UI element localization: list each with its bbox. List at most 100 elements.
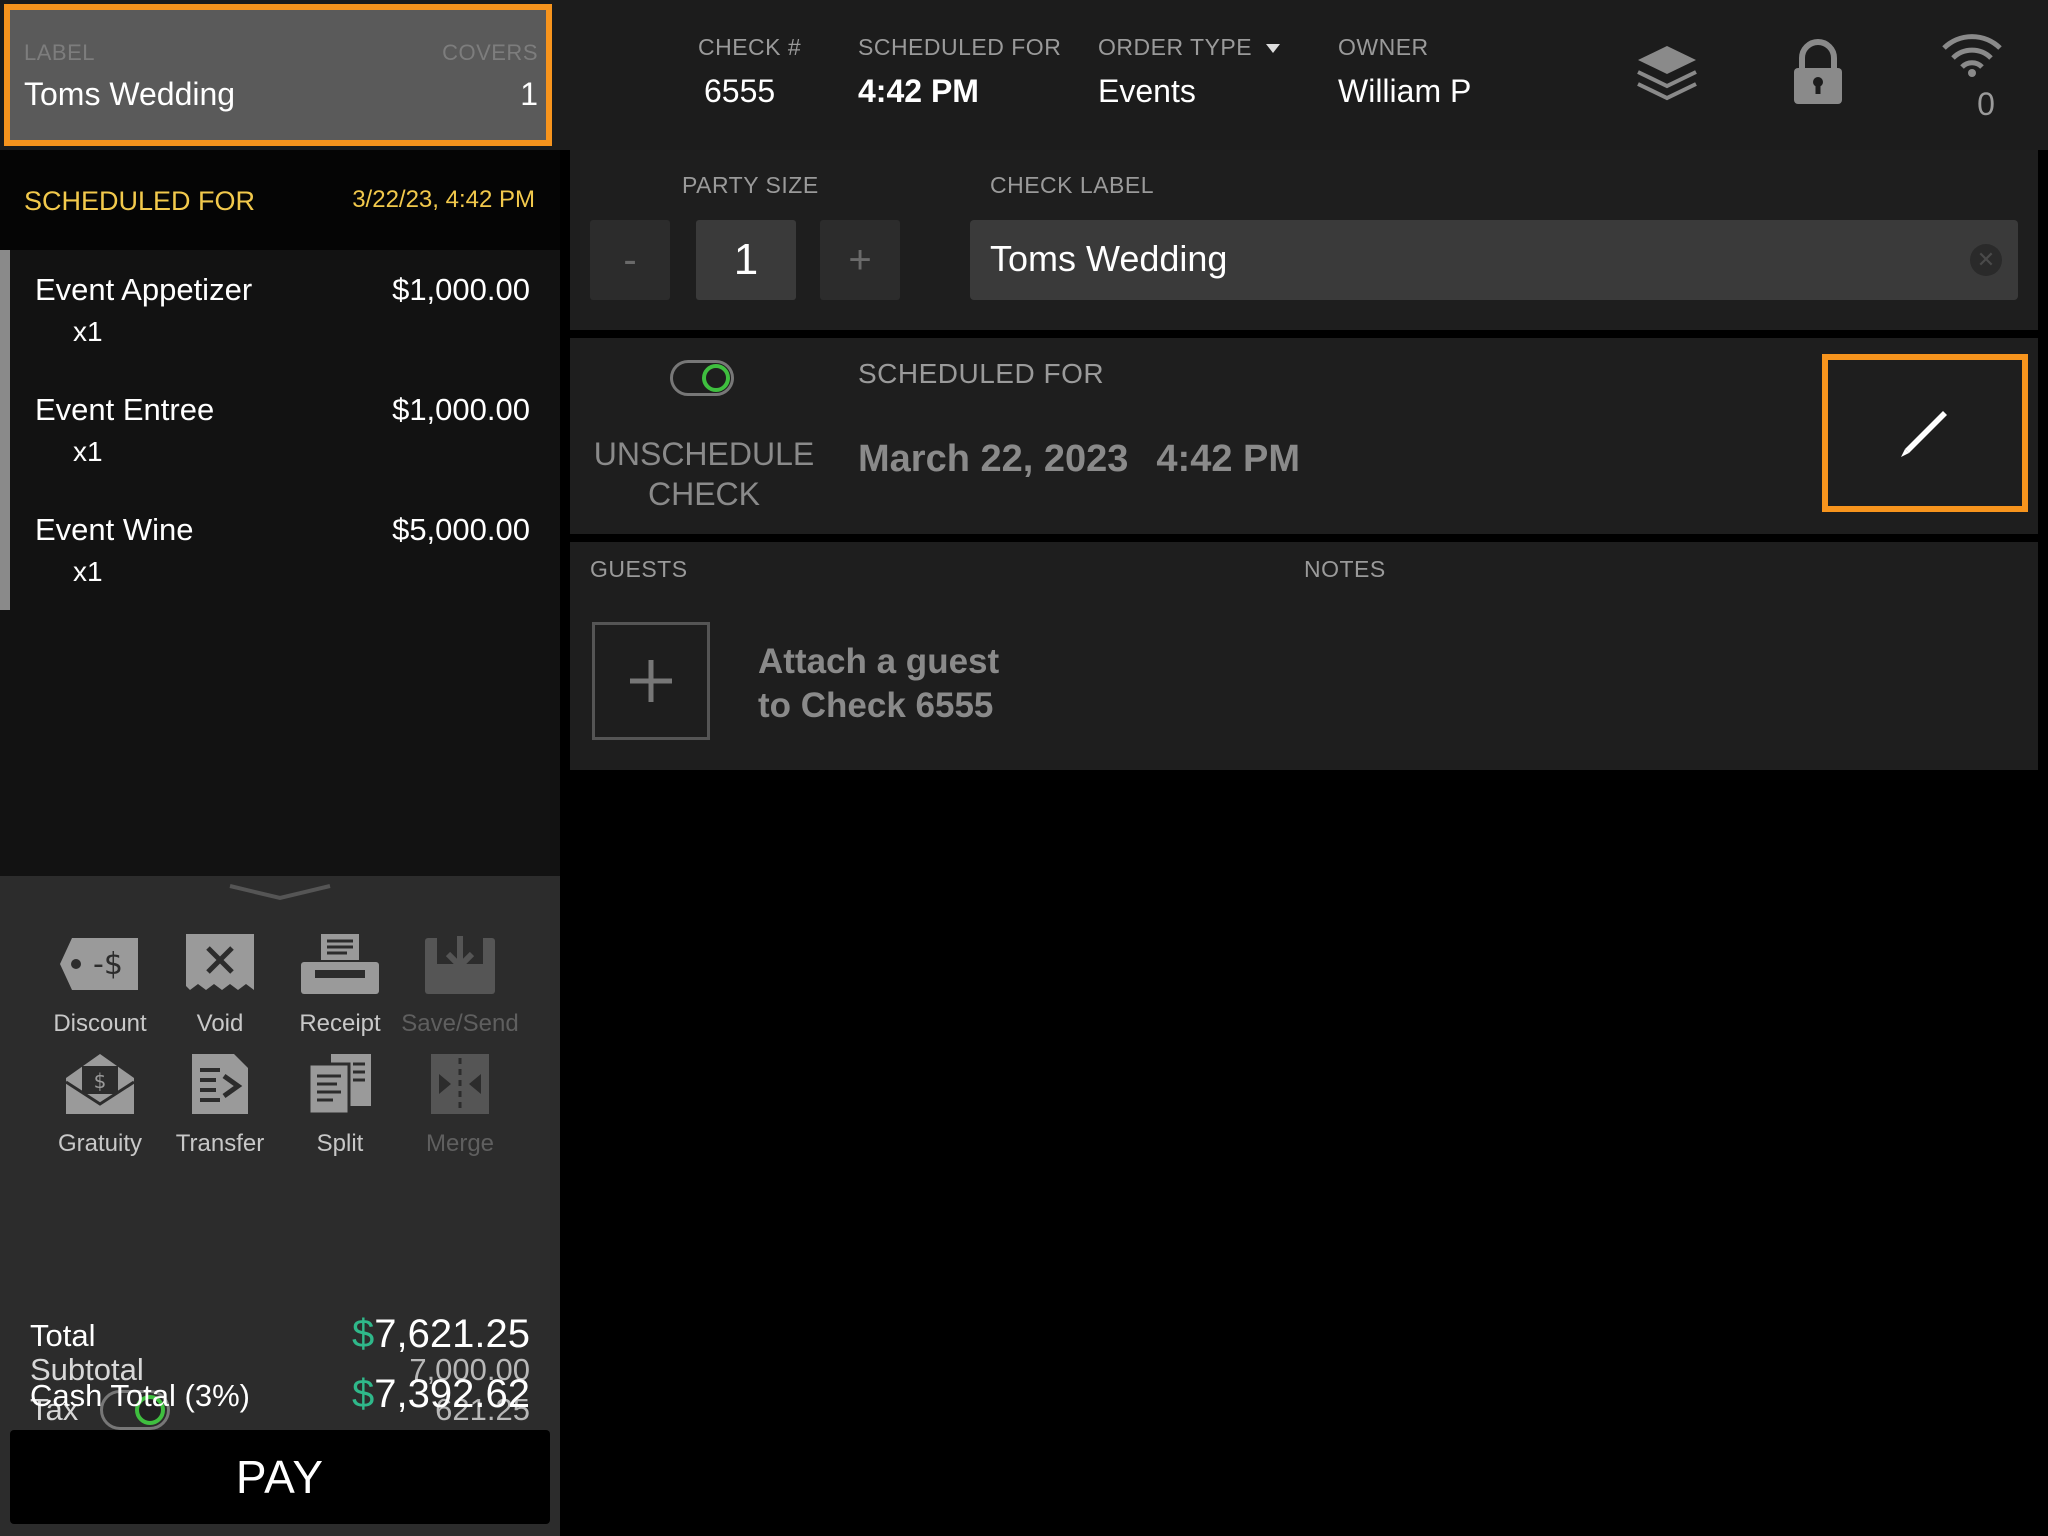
check-label-input-value: Toms Wedding bbox=[990, 238, 1228, 279]
order-type-value: Events bbox=[1098, 73, 1196, 109]
cash-total-currency: $ bbox=[352, 1372, 375, 1416]
unschedule-line-1: UNSCHEDULE bbox=[593, 436, 815, 472]
order-item-name: Event Wine bbox=[35, 512, 194, 547]
collapse-chevron-icon[interactable] bbox=[228, 882, 332, 907]
attach-guest-line-2: to Check 6555 bbox=[758, 686, 994, 725]
receipt-button[interactable]: Receipt bbox=[280, 928, 400, 1038]
wifi-icon[interactable] bbox=[1940, 30, 2004, 83]
order-item[interactable]: Event Appetizer $1,000.00 x1 bbox=[35, 272, 530, 352]
order-item[interactable]: Event Entree $1,000.00 x1 bbox=[35, 392, 530, 472]
owner-caption: OWNER bbox=[1338, 34, 1429, 60]
discount-tag-icon: -$ bbox=[40, 928, 160, 1000]
scheduled-banner-date: 3/22/23, 4:42 PM bbox=[352, 186, 535, 213]
party-decrement-button[interactable]: - bbox=[590, 220, 670, 300]
order-item-price: $1,000.00 bbox=[392, 392, 530, 427]
scheduled-for-field[interactable]: SCHEDULED FOR 4:42 PM bbox=[858, 34, 1061, 110]
covers-value: 1 bbox=[520, 76, 538, 112]
lock-icon[interactable] bbox=[1790, 38, 1846, 113]
items-scroll-indicator bbox=[0, 250, 10, 610]
attach-guest-line-1: Attach a guest bbox=[758, 642, 1000, 681]
covers-caption: COVERS bbox=[442, 40, 538, 65]
party-size-caption: PARTY SIZE bbox=[682, 172, 819, 198]
schedule-caption: SCHEDULED FOR bbox=[858, 358, 1105, 389]
save-send-icon bbox=[400, 928, 520, 1000]
order-item-price: $1,000.00 bbox=[392, 272, 530, 307]
void-button[interactable]: Void bbox=[160, 928, 280, 1038]
order-item-price: $5,000.00 bbox=[392, 512, 530, 547]
discount-button[interactable]: -$ Discount bbox=[40, 928, 160, 1038]
edit-schedule-button[interactable] bbox=[1822, 354, 2028, 512]
save-send-button[interactable]: Save/Send bbox=[400, 928, 520, 1038]
layers-icon[interactable] bbox=[1634, 40, 1700, 111]
pay-button[interactable]: PAY bbox=[10, 1430, 550, 1524]
guests-notes-panel: GUESTS NOTES Attach a guest to Check 655… bbox=[570, 542, 2038, 770]
cash-total-row: Cash Total (3%) $7,392.62 bbox=[30, 1372, 530, 1422]
discount-label: Discount bbox=[53, 1010, 147, 1037]
merge-label: Merge bbox=[425, 1130, 495, 1157]
check-number-field: CHECK # 6555 bbox=[698, 34, 801, 110]
transfer-icon bbox=[160, 1048, 280, 1120]
void-receipt-icon bbox=[160, 928, 280, 1000]
scheduled-banner-title: SCHEDULED FOR bbox=[24, 186, 256, 216]
plus-icon bbox=[630, 660, 672, 702]
check-label-input[interactable]: Toms Wedding ✕ bbox=[970, 220, 2018, 300]
label-caption: LABEL bbox=[24, 40, 95, 65]
save-send-label: Save/Send bbox=[401, 1010, 519, 1037]
scheduled-banner: SCHEDULED FOR 3/22/23, 4:42 PM bbox=[0, 150, 560, 250]
party-increment-button[interactable]: + bbox=[820, 220, 900, 300]
check-label-covers-tile[interactable]: LABEL COVERS Toms Wedding 1 bbox=[4, 4, 552, 146]
scheduled-for-value: 4:42 PM bbox=[858, 73, 979, 109]
split-label: Split bbox=[316, 1130, 364, 1157]
clear-icon[interactable]: ✕ bbox=[1970, 244, 2002, 276]
unschedule-check-label[interactable]: UNSCHEDULE CHECK bbox=[570, 434, 838, 514]
printer-icon bbox=[280, 928, 400, 1000]
order-item[interactable]: Event Wine $5,000.00 x1 bbox=[35, 512, 530, 592]
order-item-qty: x1 bbox=[73, 316, 103, 347]
split-icon bbox=[280, 1048, 400, 1120]
owner-value: William P bbox=[1338, 73, 1472, 109]
merge-icon bbox=[400, 1048, 520, 1120]
guests-caption: GUESTS bbox=[590, 556, 688, 582]
cash-total-value: 7,392.62 bbox=[374, 1372, 530, 1416]
order-type-dropdown[interactable]: ORDER TYPE Events bbox=[1098, 34, 1281, 110]
split-button[interactable]: Split bbox=[280, 1048, 400, 1158]
order-item-qty: x1 bbox=[73, 436, 103, 467]
scheduled-for-caption: SCHEDULED FOR bbox=[858, 34, 1062, 60]
gratuity-button[interactable]: $ Gratuity bbox=[40, 1048, 160, 1158]
label-value: Toms Wedding bbox=[24, 76, 236, 112]
gratuity-label: Gratuity bbox=[57, 1130, 143, 1157]
total-currency: $ bbox=[352, 1312, 375, 1356]
notes-caption: NOTES bbox=[1304, 556, 1386, 582]
order-type-caption: ORDER TYPE bbox=[1098, 34, 1253, 60]
svg-text:$: $ bbox=[94, 1069, 107, 1093]
owner-field[interactable]: OWNER William P bbox=[1338, 34, 1471, 110]
toggle-knob bbox=[702, 364, 730, 392]
transfer-button[interactable]: Transfer bbox=[160, 1048, 280, 1158]
receipt-label: Receipt bbox=[299, 1010, 381, 1037]
wifi-count: 0 bbox=[1977, 86, 1995, 122]
total-row: Total $7,621.25 bbox=[30, 1312, 530, 1362]
chevron-down-icon bbox=[1266, 44, 1281, 54]
total-value: 7,621.25 bbox=[374, 1312, 530, 1356]
merge-button[interactable]: Merge bbox=[400, 1048, 520, 1158]
order-sidebar: SCHEDULED FOR 3/22/23, 4:42 PM Event App… bbox=[0, 150, 560, 1536]
attach-guest-text[interactable]: Attach a guest to Check 6555 bbox=[758, 640, 999, 728]
top-bar: LABEL COVERS Toms Wedding 1 CHECK # 6555… bbox=[0, 0, 2048, 150]
party-size-value[interactable]: 1 bbox=[696, 220, 796, 300]
schedule-date: March 22, 2023 bbox=[858, 438, 1129, 480]
unschedule-toggle[interactable] bbox=[670, 360, 734, 396]
add-guest-button[interactable] bbox=[592, 622, 710, 740]
schedule-time: 4:42 PM bbox=[1156, 438, 1301, 480]
transfer-label: Transfer bbox=[175, 1130, 265, 1157]
check-number-value: 6555 bbox=[704, 73, 776, 109]
svg-text:-$: -$ bbox=[93, 947, 123, 982]
unschedule-line-2: CHECK bbox=[647, 476, 760, 512]
order-item-name: Event Entree bbox=[35, 392, 215, 427]
check-label-caption: CHECK LABEL bbox=[990, 172, 1155, 198]
order-item-name: Event Appetizer bbox=[35, 272, 253, 307]
pencil-icon bbox=[1901, 411, 1947, 457]
gratuity-envelope-icon: $ bbox=[40, 1048, 160, 1120]
void-label: Void bbox=[196, 1010, 244, 1037]
total-label: Total bbox=[30, 1318, 96, 1353]
party-label-panel: PARTY SIZE CHECK LABEL - 1 + Toms Weddin… bbox=[570, 150, 2038, 330]
